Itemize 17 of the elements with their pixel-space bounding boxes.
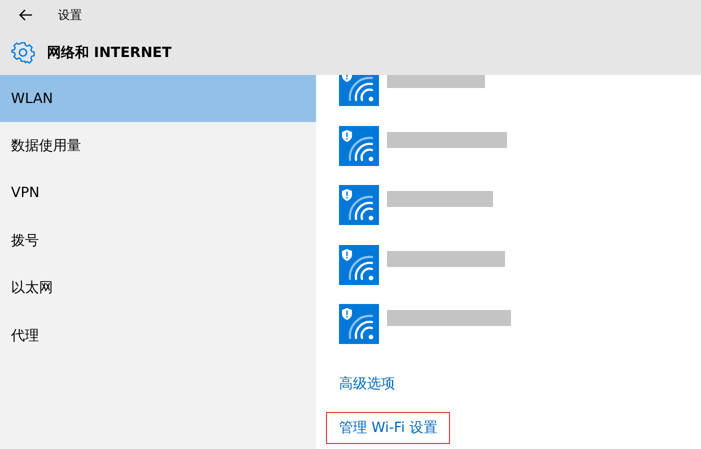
sidebar-item[interactable]: 拨号 — [0, 217, 316, 265]
sidebar-item[interactable]: WLAN — [0, 75, 316, 122]
wifi-network-icon[interactable] — [339, 75, 379, 106]
back-arrow-icon — [19, 9, 33, 21]
sidebar-item[interactable]: 以太网 — [0, 264, 316, 312]
page-title: 网络和 INTERNET — [47, 44, 172, 62]
wifi-network-icon[interactable] — [339, 304, 379, 344]
sidebar-item[interactable]: 代理 — [0, 312, 316, 360]
window-title: 设置 — [58, 6, 82, 24]
settings-link[interactable]: 高级选项 — [326, 368, 408, 400]
wifi-network-icon[interactable] — [339, 244, 379, 284]
sidebar-item[interactable]: 数据使用量 — [0, 122, 316, 170]
wifi-network-icon[interactable] — [339, 126, 379, 166]
settings-link[interactable]: 管理 Wi-Fi 设置 — [326, 412, 450, 444]
wifi-network-icon[interactable] — [339, 185, 379, 225]
sidebar-item[interactable]: VPN — [0, 170, 316, 218]
settings-icon — [11, 40, 35, 64]
